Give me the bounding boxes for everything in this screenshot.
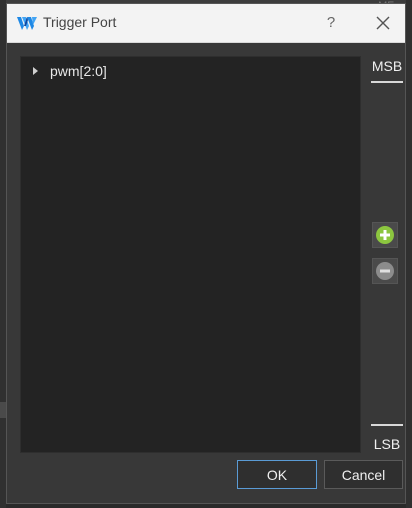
background-window-right	[406, 0, 412, 508]
lsb-divider	[371, 424, 403, 426]
add-icon	[376, 226, 394, 244]
lsb-label: LSB	[373, 436, 401, 452]
ok-button[interactable]: OK	[237, 460, 317, 489]
app-logo-icon	[17, 17, 37, 30]
trigger-port-dialog: Trigger Port ? pwm[2:0] MSB LSB OK Cance…	[6, 3, 406, 504]
remove-icon	[376, 262, 394, 280]
window-title: Trigger Port	[43, 14, 117, 30]
help-button[interactable]: ?	[319, 12, 343, 34]
tree-item[interactable]: pwm[2:0]	[27, 61, 107, 81]
msb-label: MSB	[371, 58, 403, 74]
msb-divider	[371, 81, 403, 83]
remove-button[interactable]	[372, 258, 398, 284]
close-button[interactable]	[371, 12, 395, 34]
cancel-button[interactable]: Cancel	[324, 460, 403, 489]
tree-item-label: pwm[2:0]	[50, 63, 107, 79]
title-bar: Trigger Port ?	[7, 4, 405, 43]
close-icon	[376, 16, 390, 30]
port-tree[interactable]: pwm[2:0]	[20, 56, 361, 453]
add-button[interactable]	[372, 222, 398, 248]
help-icon: ?	[326, 14, 336, 31]
expand-arrow-icon[interactable]	[33, 67, 38, 75]
